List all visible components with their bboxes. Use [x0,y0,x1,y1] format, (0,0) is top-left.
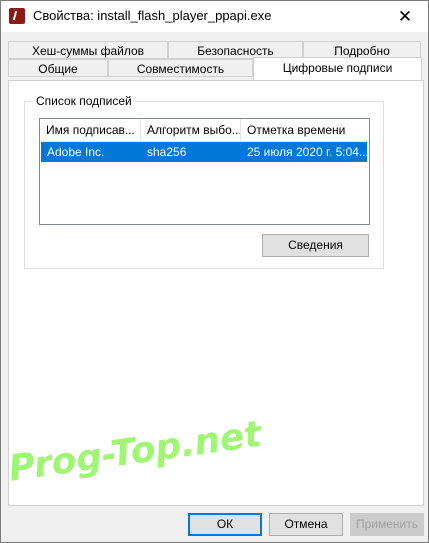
tab-digital-signatures[interactable]: Цифровые подписи [253,57,422,80]
close-button[interactable]: ✕ [382,1,428,32]
tab-compatibility[interactable]: Совместимость [108,59,253,77]
list-header: Имя подписав... Алгоритм выбо... Отметка… [40,119,369,142]
signature-timestamp: 25 июля 2020 г. 5:04... [247,145,367,159]
tab-file-hashes[interactable]: Хеш-суммы файлов [8,41,168,59]
signer-name: Adobe Inc. [47,145,105,159]
signature-list-group: Список подписей Имя подписав... Алгоритм… [24,94,384,269]
title-bar[interactable]: Свойства: install_flash_player_ppapi.exe… [1,1,428,32]
column-header-timestamp[interactable]: Отметка времени [241,119,369,141]
ok-button[interactable]: ОК [188,513,262,536]
properties-dialog: Свойства: install_flash_player_ppapi.exe… [0,0,429,543]
details-button[interactable]: Сведения [262,234,369,257]
signature-list-title: Список подписей [33,94,135,108]
digest-algorithm: sha256 [147,145,187,159]
table-row[interactable]: Adobe Inc. sha256 25 июля 2020 г. 5:04..… [41,142,367,162]
apply-button[interactable]: Применить [350,513,424,536]
column-header-signer[interactable]: Имя подписав... [40,119,141,141]
flash-app-icon [9,8,25,24]
window-title: Свойства: install_flash_player_ppapi.exe [33,8,272,23]
column-header-algorithm[interactable]: Алгоритм выбо... [141,119,241,141]
cancel-button[interactable]: Отмена [269,513,343,536]
tab-general[interactable]: Общие [8,59,108,77]
signature-list[interactable]: Имя подписав... Алгоритм выбо... Отметка… [39,118,370,225]
